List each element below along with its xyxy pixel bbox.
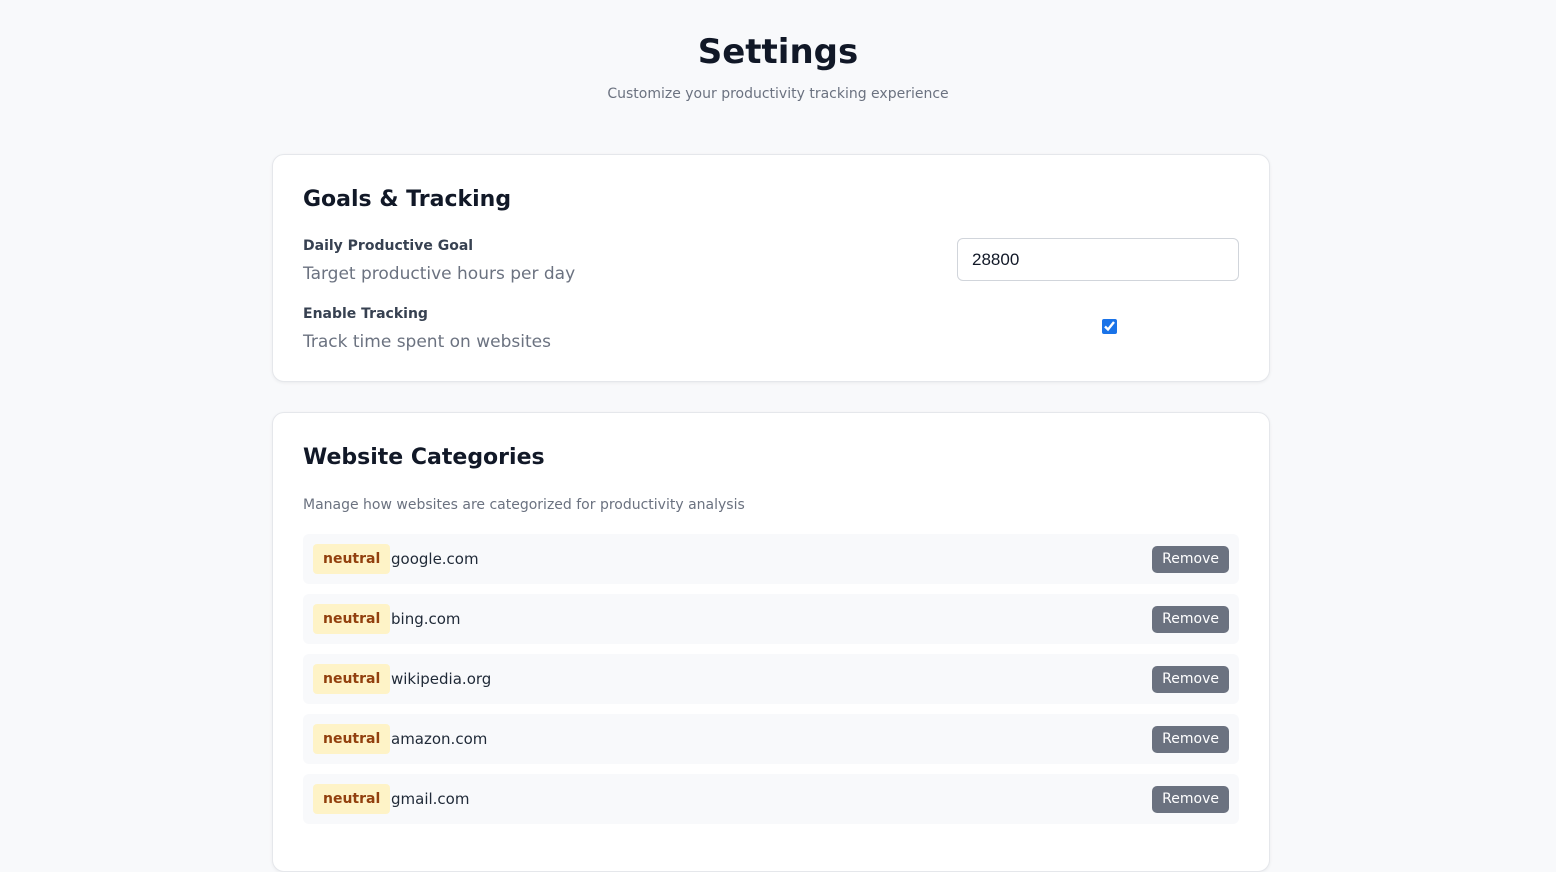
- remove-button[interactable]: Remove: [1152, 726, 1229, 753]
- category-badge: neutral: [313, 544, 391, 574]
- category-badge: neutral: [313, 724, 391, 754]
- daily-goal-description: Target productive hours per day: [303, 264, 576, 284]
- goals-section-title: Goals & Tracking: [303, 187, 512, 212]
- category-domain: google.com: [391, 550, 479, 568]
- enable-tracking-row: Enable Tracking Track time spent on webs…: [303, 305, 1239, 357]
- category-badge: neutral: [313, 784, 391, 814]
- remove-button[interactable]: Remove: [1152, 546, 1229, 573]
- website-categories-card: Website Categories Manage how websites a…: [272, 412, 1270, 872]
- page-title: Settings: [697, 32, 859, 72]
- category-item: neutral google.com Remove: [303, 534, 1239, 584]
- category-domain: gmail.com: [391, 790, 470, 808]
- page-header: Settings Customize your productivity tra…: [0, 0, 1556, 104]
- category-item: neutral bing.com Remove: [303, 594, 1239, 644]
- remove-button[interactable]: Remove: [1152, 606, 1229, 633]
- category-badge: neutral: [313, 664, 391, 694]
- daily-goal-label: Daily Productive Goal: [303, 238, 474, 254]
- category-domain: amazon.com: [391, 730, 488, 748]
- categories-section-title: Website Categories: [303, 445, 545, 470]
- goals-tracking-card: Goals & Tracking Daily Productive Goal T…: [272, 154, 1270, 382]
- daily-goal-input[interactable]: [957, 238, 1239, 281]
- categories-description: Manage how websites are categorized for …: [303, 497, 745, 513]
- category-item: neutral wikipedia.org Remove: [303, 654, 1239, 704]
- page-subtitle: Customize your productivity tracking exp…: [607, 86, 949, 102]
- category-domain: bing.com: [391, 610, 461, 628]
- category-list: neutral google.com Remove neutral bing.c…: [303, 534, 1239, 834]
- enable-tracking-description: Track time spent on websites: [303, 332, 551, 352]
- remove-button[interactable]: Remove: [1152, 666, 1229, 693]
- daily-goal-row: Daily Productive Goal Target productive …: [303, 237, 1239, 289]
- category-item: neutral amazon.com Remove: [303, 714, 1239, 764]
- category-item: neutral gmail.com Remove: [303, 774, 1239, 824]
- enable-tracking-checkbox[interactable]: [1102, 319, 1117, 334]
- remove-button[interactable]: Remove: [1152, 786, 1229, 813]
- category-badge: neutral: [313, 604, 391, 634]
- category-domain: wikipedia.org: [391, 670, 492, 688]
- enable-tracking-label: Enable Tracking: [303, 306, 428, 322]
